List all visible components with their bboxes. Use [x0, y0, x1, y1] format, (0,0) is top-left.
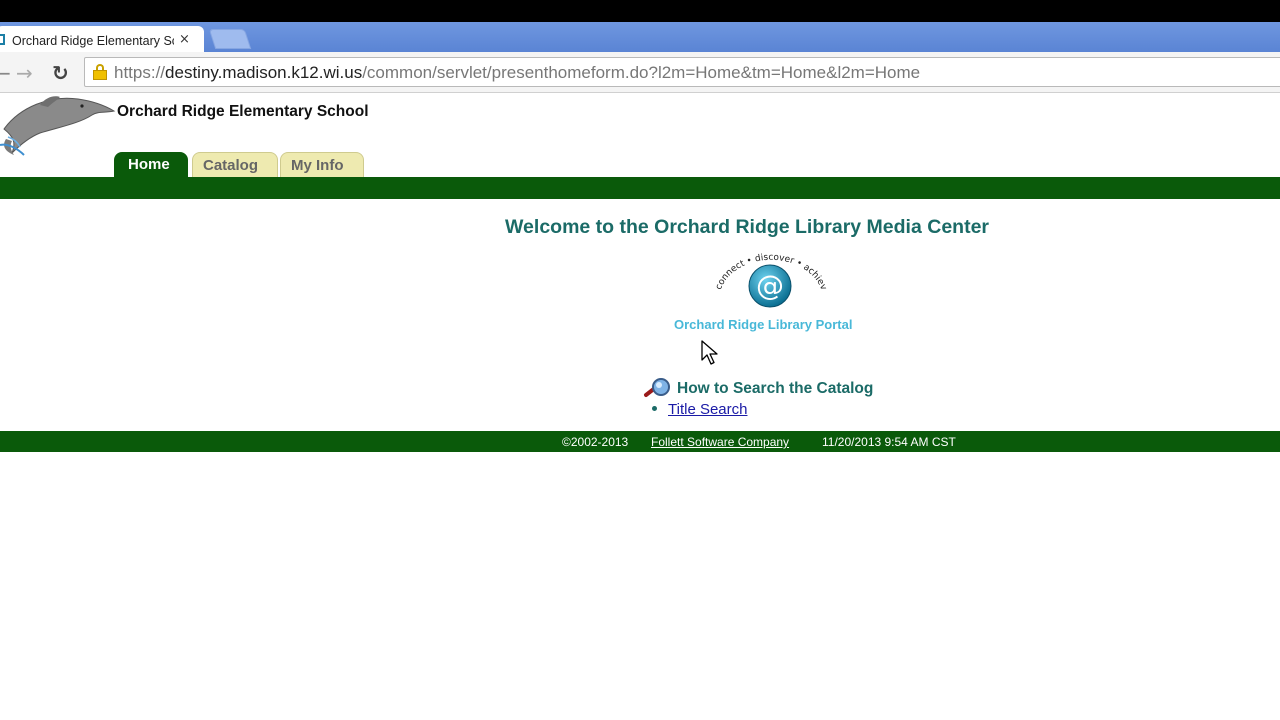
title-search-link[interactable]: Title Search	[668, 401, 747, 418]
window-top-bar	[0, 0, 1280, 22]
welcome-heading: Welcome to the Orchard Ridge Library Med…	[505, 216, 989, 238]
portal-logo[interactable]: connect • discover • achieve @	[712, 248, 830, 312]
footer-timestamp: 11/20/2013 9:54 AM CST	[822, 435, 956, 449]
url-text[interactable]: https://destiny.madison.k12.wi.us/common…	[114, 63, 920, 83]
tab-title: Orchard Ridge Elementary Sc	[12, 34, 174, 48]
close-icon[interactable]: ×	[179, 32, 190, 47]
school-name: Orchard Ridge Elementary School	[117, 103, 369, 120]
favicon-icon	[0, 34, 5, 45]
reload-button[interactable]: ↻	[52, 61, 69, 85]
footer-bar: ©2002-2013 Follett Software Company 11/2…	[0, 431, 1280, 452]
url-prefix: https://	[114, 63, 166, 82]
browser-toolbar: ← → ↻ https://destiny.madison.k12.wi.us/…	[0, 52, 1280, 93]
address-bar[interactable]: https://destiny.madison.k12.wi.us/common…	[84, 57, 1280, 87]
tab-strip: Orchard Ridge Elementary Sc ×	[0, 22, 1280, 52]
dolphin-logo	[0, 96, 116, 156]
portal-link[interactable]: Orchard Ridge Library Portal	[674, 317, 852, 332]
url-host: destiny.madison.k12.wi.us	[165, 63, 363, 82]
footer-copyright: ©2002-2013	[562, 435, 629, 449]
tab-catalog[interactable]: Catalog	[192, 152, 278, 177]
url-path: /common/servlet/presenthomeform.do?l2m=H…	[362, 63, 921, 82]
list-item: Title Search	[652, 401, 747, 418]
mouse-cursor	[701, 340, 718, 365]
search-help-list: Title Search	[652, 401, 747, 418]
footer-company-link[interactable]: Follett Software Company	[651, 435, 789, 449]
bullet	[652, 405, 657, 411]
how-to-search-heading: How to Search the Catalog	[677, 380, 874, 397]
svg-text:@: @	[756, 269, 784, 302]
browser-tab-active[interactable]: Orchard Ridge Elementary Sc ×	[0, 26, 204, 52]
search-magnifier-icon	[644, 378, 670, 397]
back-button[interactable]: ←	[0, 61, 11, 85]
page: Orchard Ridge Elementary School Home Cat…	[0, 93, 1280, 720]
forward-button[interactable]: →	[16, 61, 33, 85]
tab-my-info[interactable]: My Info	[280, 152, 364, 177]
lock-icon[interactable]	[93, 64, 107, 80]
header-green-bar	[0, 177, 1280, 199]
tab-home[interactable]: Home	[114, 152, 188, 177]
new-tab-button[interactable]	[208, 29, 252, 49]
